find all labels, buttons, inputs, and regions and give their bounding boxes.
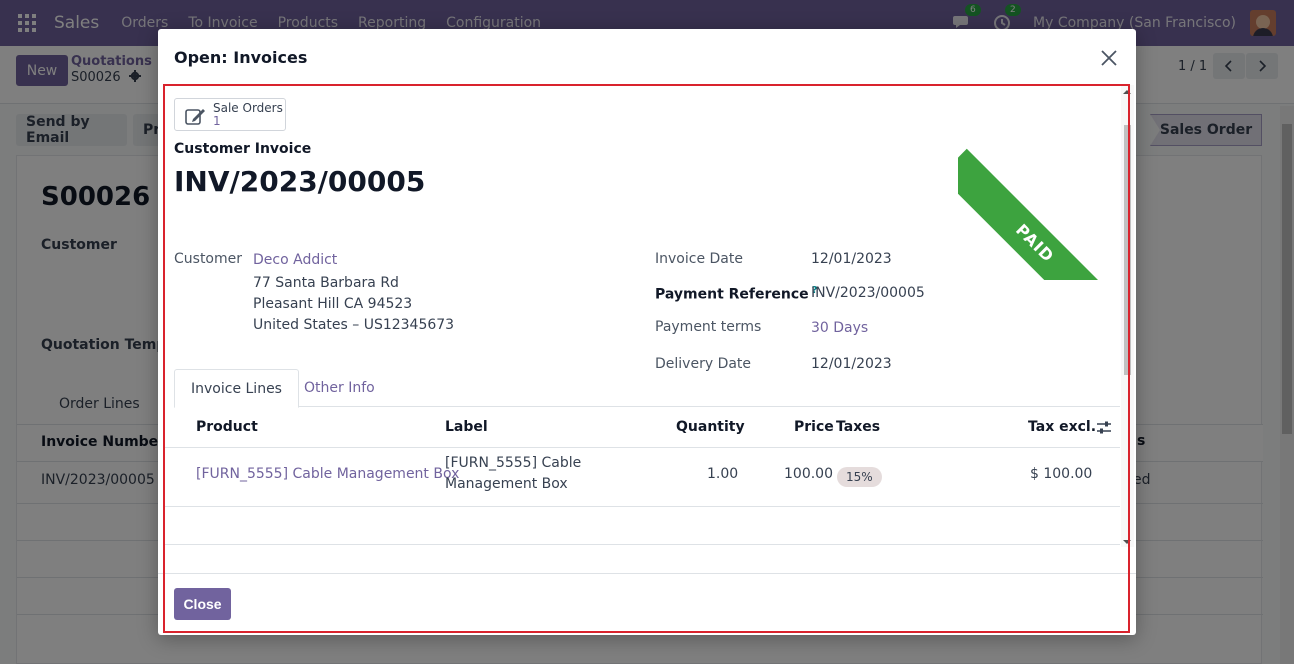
dialog-title: Open: Invoices — [174, 48, 308, 67]
line-price: 100.00 — [784, 466, 833, 482]
invoice-date-label: Invoice Date — [655, 251, 743, 267]
invoice-date-value: 12/01/2023 — [811, 251, 892, 267]
tab-invoice-lines[interactable]: Invoice Lines — [174, 369, 299, 408]
dialog-header: Open: Invoices — [158, 29, 1136, 85]
col-quantity[interactable]: Quantity — [676, 419, 745, 435]
paid-ribbon: PAID — [958, 130, 1108, 280]
vertical-scrollbar[interactable] — [1121, 85, 1134, 547]
sale-orders-smart-button[interactable]: Sale Orders 1 — [174, 98, 286, 131]
product-link[interactable]: [FURN_5555] Cable Management Box — [196, 466, 459, 482]
payment-terms-link[interactable]: 30 Days — [811, 320, 868, 336]
customer-label: Customer — [174, 251, 243, 267]
customer-address-line3: United States – US12345673 — [253, 317, 455, 333]
customer-link[interactable]: Deco Addict — [253, 252, 337, 268]
line-quantity: 1.00 — [707, 466, 739, 482]
vertical-scrollbar-thumb[interactable] — [1124, 125, 1131, 375]
line-subtotal: $ 100.00 — [1030, 466, 1093, 482]
col-taxes[interactable]: Taxes — [836, 419, 880, 435]
payment-terms-label: Payment terms — [655, 319, 762, 335]
edit-icon — [185, 109, 205, 125]
tab-other-info[interactable]: Other Info — [288, 369, 391, 407]
customer-address-line2: Pleasant Hill CA 94523 — [253, 296, 413, 312]
line-label-line1: [FURN_5555] Cable — [445, 455, 582, 471]
paid-ribbon-text: PAID — [958, 148, 1108, 280]
payment-reference-label-text: Payment Reference — [655, 286, 809, 303]
invoice-dialog: Open: Invoices Sale Orders 1 Customer In… — [158, 29, 1136, 635]
tax-badge: 15% — [837, 467, 882, 487]
sliders-icon[interactable] — [1096, 420, 1112, 436]
table-row[interactable]: [FURN_5555] Cable Management Box [FURN_5… — [164, 448, 1120, 507]
document-type: Customer Invoice — [174, 141, 312, 157]
scroll-down-arrow[interactable] — [1123, 540, 1131, 544]
invoice-number: INV/2023/00005 — [174, 165, 426, 198]
close-button[interactable]: Close — [174, 588, 231, 620]
line-label-line2: Management Box — [445, 476, 568, 492]
dialog-close-button[interactable] — [1100, 49, 1118, 67]
col-price[interactable]: Price — [794, 419, 834, 435]
payment-reference-value: INV/2023/00005 — [811, 285, 925, 301]
col-label[interactable]: Label — [445, 419, 488, 435]
col-product[interactable]: Product — [196, 419, 258, 435]
close-icon — [1101, 50, 1117, 66]
customer-address-line1: 77 Santa Barbara Rd — [253, 275, 399, 291]
smart-button-count: 1 — [213, 114, 221, 128]
empty-row — [164, 507, 1120, 545]
table-header: Product Label Quantity Price Taxes Tax e… — [164, 407, 1120, 448]
dialog-footer: Close — [158, 573, 1136, 635]
scroll-up-arrow[interactable] — [1123, 90, 1131, 94]
dialog-body: Sale Orders 1 Customer Invoice INV/2023/… — [158, 85, 1136, 573]
payment-reference-label: Payment Reference? — [655, 285, 817, 303]
notebook-tabs: Invoice Lines Other Info — [174, 369, 1120, 408]
smart-button-label: Sale Orders — [213, 101, 283, 115]
col-tax-excl[interactable]: Tax excl. — [1028, 419, 1096, 435]
